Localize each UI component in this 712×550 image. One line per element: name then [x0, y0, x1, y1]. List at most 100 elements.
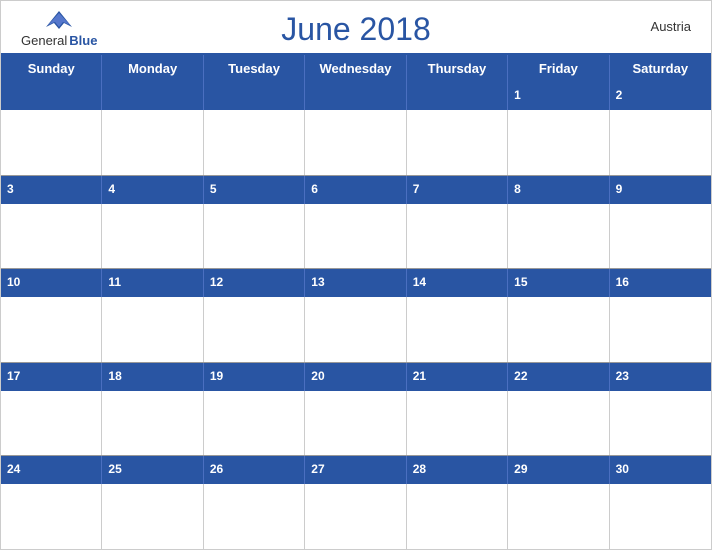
week-3-body-2	[204, 297, 305, 362]
week-5-header: 24 25 26 27 28 29 30	[1, 456, 711, 484]
week-3-day-4: 14	[407, 269, 508, 297]
week-3-day-6: 16	[610, 269, 711, 297]
week-5-day-6: 30	[610, 456, 711, 484]
week-3-body-5	[508, 297, 609, 362]
week-4-body-3	[305, 391, 406, 456]
week-3-header: 10 11 12 13 14 15 16	[1, 269, 711, 297]
week-1: 1 2	[1, 82, 711, 176]
week-4-day-2: 19	[204, 363, 305, 391]
week-4-body-2	[204, 391, 305, 456]
week-5-day-2: 26	[204, 456, 305, 484]
week-1-body-1	[102, 110, 203, 175]
header-sunday: Sunday	[1, 55, 102, 82]
country-label: Austria	[651, 19, 691, 34]
week-5-body-3	[305, 484, 406, 549]
week-3-body-1	[102, 297, 203, 362]
week-4-body-6	[610, 391, 711, 456]
week-4: 17 18 19 20 21 22 23	[1, 363, 711, 457]
week-5-body-2	[204, 484, 305, 549]
week-4-body-1	[102, 391, 203, 456]
header-friday: Friday	[508, 55, 609, 82]
week-3-body-4	[407, 297, 508, 362]
logo-bird-icon	[44, 9, 74, 31]
week-1-day-1	[102, 82, 203, 110]
week-1-day-6: 2	[610, 82, 711, 110]
week-3-day-5: 15	[508, 269, 609, 297]
week-1-body-0	[1, 110, 102, 175]
week-5-day-4: 28	[407, 456, 508, 484]
week-2-body-6	[610, 204, 711, 269]
week-3-body-0	[1, 297, 102, 362]
week-3: 10 11 12 13 14 15 16	[1, 269, 711, 363]
week-5-body-6	[610, 484, 711, 549]
week-1-body-5	[508, 110, 609, 175]
week-1-body	[1, 110, 711, 175]
week-1-body-4	[407, 110, 508, 175]
week-2-day-1: 4	[102, 176, 203, 204]
header-saturday: Saturday	[610, 55, 711, 82]
week-3-day-2: 12	[204, 269, 305, 297]
day-headers-row: Sunday Monday Tuesday Wednesday Thursday…	[1, 55, 711, 82]
week-5-body	[1, 484, 711, 549]
title-area: June 2018	[281, 11, 430, 48]
week-4-day-1: 18	[102, 363, 203, 391]
week-1-header: 1 2	[1, 82, 711, 110]
week-2-day-6: 9	[610, 176, 711, 204]
week-1-day-4	[407, 82, 508, 110]
calendar-container: General Blue June 2018 Austria Sunday Mo…	[0, 0, 712, 550]
week-2-body-4	[407, 204, 508, 269]
logo-general: General	[21, 33, 67, 48]
week-3-body	[1, 297, 711, 362]
week-3-day-1: 11	[102, 269, 203, 297]
calendar-grid: Sunday Monday Tuesday Wednesday Thursday…	[1, 53, 711, 549]
week-1-day-5: 1	[508, 82, 609, 110]
week-5: 24 25 26 27 28 29 30	[1, 456, 711, 549]
header-tuesday: Tuesday	[204, 55, 305, 82]
week-2-day-3: 6	[305, 176, 406, 204]
week-1-body-6	[610, 110, 711, 175]
week-3-day-0: 10	[1, 269, 102, 297]
week-4-day-6: 23	[610, 363, 711, 391]
calendar-header: General Blue June 2018 Austria	[1, 1, 711, 53]
week-4-header: 17 18 19 20 21 22 23	[1, 363, 711, 391]
week-2-body-5	[508, 204, 609, 269]
week-1-body-3	[305, 110, 406, 175]
week-4-day-0: 17	[1, 363, 102, 391]
week-5-day-0: 24	[1, 456, 102, 484]
week-3-body-3	[305, 297, 406, 362]
week-1-day-2	[204, 82, 305, 110]
weeks-container: 1 2 3 4 5 6	[1, 82, 711, 549]
week-2-body-1	[102, 204, 203, 269]
week-3-day-3: 13	[305, 269, 406, 297]
week-2-body	[1, 204, 711, 269]
logo-area: General Blue	[21, 9, 97, 48]
week-4-body-4	[407, 391, 508, 456]
logo-blue: Blue	[69, 33, 97, 48]
week-5-body-5	[508, 484, 609, 549]
week-4-day-5: 22	[508, 363, 609, 391]
header-thursday: Thursday	[407, 55, 508, 82]
week-5-day-5: 29	[508, 456, 609, 484]
week-3-body-6	[610, 297, 711, 362]
calendar-title: June 2018	[281, 11, 430, 48]
week-5-body-4	[407, 484, 508, 549]
week-2-header: 3 4 5 6 7 8 9	[1, 176, 711, 204]
week-5-day-1: 25	[102, 456, 203, 484]
week-5-body-1	[102, 484, 203, 549]
week-5-day-3: 27	[305, 456, 406, 484]
week-1-day-3	[305, 82, 406, 110]
week-2-body-0	[1, 204, 102, 269]
week-4-body-5	[508, 391, 609, 456]
week-2-body-2	[204, 204, 305, 269]
week-2: 3 4 5 6 7 8 9	[1, 176, 711, 270]
week-2-day-2: 5	[204, 176, 305, 204]
week-1-day-0	[1, 82, 102, 110]
week-4-body-0	[1, 391, 102, 456]
week-2-day-0: 3	[1, 176, 102, 204]
header-wednesday: Wednesday	[305, 55, 406, 82]
week-4-day-4: 21	[407, 363, 508, 391]
week-2-body-3	[305, 204, 406, 269]
week-4-day-3: 20	[305, 363, 406, 391]
week-2-day-4: 7	[407, 176, 508, 204]
week-2-day-5: 8	[508, 176, 609, 204]
